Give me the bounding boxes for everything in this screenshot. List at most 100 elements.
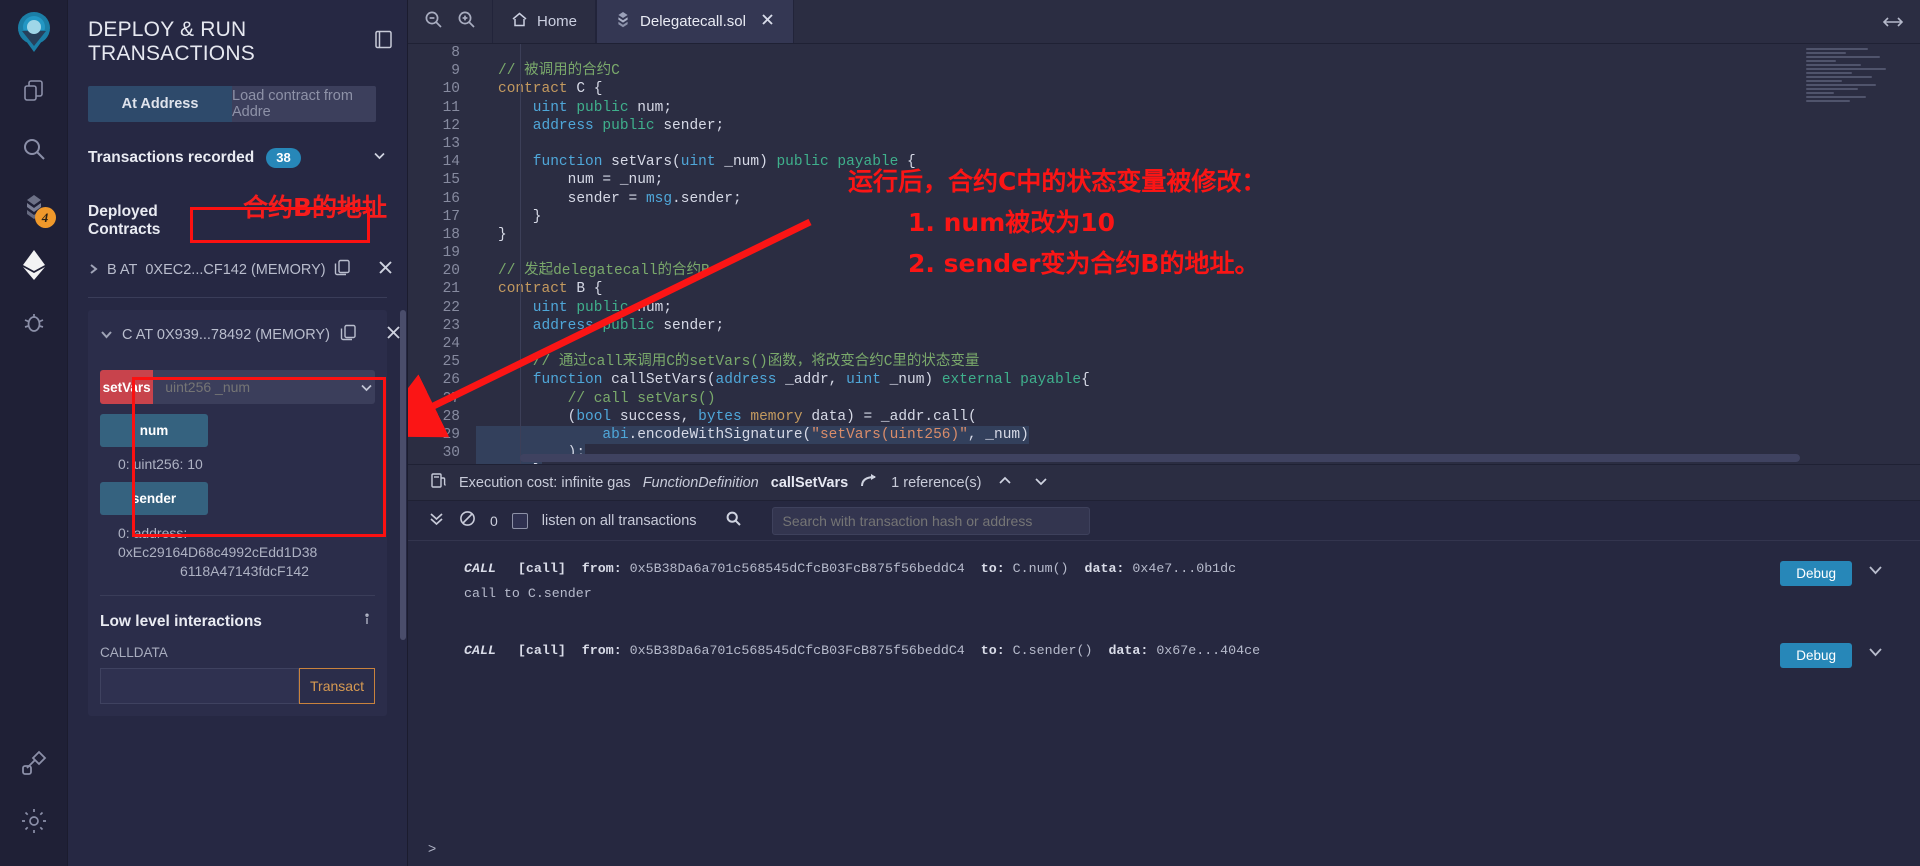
line-number: 16 [408, 190, 476, 208]
code-text: uint public num; [476, 99, 672, 117]
remix-logo[interactable] [0, 0, 68, 62]
transact-button[interactable]: Transact [299, 668, 375, 704]
code-line[interactable]: 27 // call setVars() [408, 390, 1920, 408]
code-line[interactable]: 11 uint public num; [408, 99, 1920, 117]
chevron-up-icon[interactable] [997, 473, 1013, 493]
code-text: // call setVars() [476, 390, 716, 408]
tab-home[interactable]: Home [492, 0, 596, 43]
code-line[interactable]: 12 address public sender; [408, 117, 1920, 135]
code-text: function callSetVars(address _addr, uint… [476, 371, 1090, 389]
log-data-label: data: [1069, 561, 1125, 576]
settings-icon[interactable] [0, 792, 68, 850]
editor-status-bar: Execution cost: infinite gas FunctionDef… [408, 464, 1920, 500]
line-number: 13 [408, 135, 476, 153]
file-explorer-icon[interactable] [0, 62, 68, 120]
code-text: (bool success, bytes memory data) = _add… [476, 408, 977, 426]
notes-icon[interactable] [374, 30, 393, 54]
line-number: 12 [408, 117, 476, 135]
copy-icon[interactable] [340, 324, 357, 346]
code-text: // 发起delegatecall的合约B [476, 262, 710, 280]
chevron-down-icon[interactable] [1033, 473, 1049, 493]
panel-body: At Address Load contract from Addre Tran… [68, 80, 407, 866]
debug-button[interactable]: Debug [1780, 561, 1852, 586]
search-icon[interactable] [0, 120, 68, 178]
at-address-button[interactable]: At Address [88, 86, 232, 122]
gas-icon [430, 472, 447, 493]
code-line[interactable]: 31 } [408, 462, 1920, 464]
chevron-down-icon[interactable] [1867, 643, 1884, 664]
info-icon[interactable] [359, 612, 375, 633]
editor-horizontal-scrollbar[interactable] [520, 454, 1800, 462]
code-line[interactable]: 15 num = _num; [408, 171, 1920, 189]
code-text: uint public num; [476, 299, 672, 317]
debug-button[interactable]: Debug [1780, 643, 1852, 668]
code-text: sender = msg.sender; [476, 190, 742, 208]
code-line[interactable]: 19 [408, 244, 1920, 262]
terminal-prompt[interactable]: > [428, 840, 436, 856]
transactions-recorded-row[interactable]: Transactions recorded 38 [88, 148, 387, 168]
function-definition-label: FunctionDefinition [643, 475, 759, 491]
load-contract-input[interactable]: Load contract from Addre [232, 86, 376, 122]
code-line[interactable]: 28 (bool success, bytes memory data) = _… [408, 408, 1920, 426]
code-line[interactable]: 22 uint public num; [408, 299, 1920, 317]
listen-on-all-transactions-checkbox[interactable] [512, 513, 528, 529]
code-line[interactable]: 9// 被调用的合约C [408, 62, 1920, 80]
code-line[interactable]: 20// 发起delegatecall的合约B [408, 262, 1920, 280]
code-line[interactable]: 21contract B { [408, 280, 1920, 298]
code-line[interactable]: 23 address public sender; [408, 317, 1920, 335]
chevron-right-icon[interactable] [88, 263, 99, 278]
code-editor[interactable]: 8 9// 被调用的合约C10contract C {11 uint publi… [408, 44, 1920, 464]
expand-horizontal-icon[interactable] [1866, 0, 1920, 43]
card-divider [100, 595, 375, 596]
editor-minimap[interactable] [1806, 48, 1906, 120]
sender-button[interactable]: sender [100, 482, 208, 515]
code-line[interactable]: 13 [408, 135, 1920, 153]
left-panel-scrollbar[interactable] [400, 310, 406, 640]
search-icon[interactable] [725, 510, 742, 532]
line-number: 20 [408, 262, 476, 280]
transaction-search-input[interactable] [772, 507, 1090, 535]
setvars-param-input[interactable] [153, 370, 358, 404]
code-line[interactable]: 18} [408, 226, 1920, 244]
code-line[interactable]: 16 sender = msg.sender; [408, 190, 1920, 208]
num-return-value: 0: uint256: 10 [118, 456, 375, 472]
plugin-manager-icon[interactable] [0, 734, 68, 792]
code-text [476, 335, 507, 353]
contract-b-row[interactable]: B AT 0XEC2...CF142 (MEMORY) [88, 253, 387, 287]
code-line[interactable]: 25 // 通过call来调用C的setVars()函数，将改变合约C里的状态变… [408, 353, 1920, 371]
code-line[interactable]: 14 function setVars(uint _num) public pa… [408, 153, 1920, 171]
close-icon[interactable] [377, 259, 394, 281]
terminal-log-entry[interactable]: CALL[call] from: 0x5B38Da6a701c568545dCf… [408, 555, 1920, 607]
home-icon [511, 11, 528, 32]
code-content[interactable]: 8 9// 被调用的合约C10contract C {11 uint publi… [408, 44, 1920, 464]
contract-c-header[interactable]: C AT 0X939...78492 (MEMORY) [100, 320, 375, 350]
no-entry-icon[interactable] [459, 510, 476, 532]
terminal-log-entry[interactable]: CALL[call] from: 0x5B38Da6a701c568545dCf… [408, 637, 1920, 664]
chevron-down-icon[interactable] [1867, 561, 1884, 582]
close-icon[interactable] [760, 12, 775, 32]
chevron-down-icon[interactable] [100, 328, 112, 343]
chevron-down-icon[interactable] [372, 148, 387, 168]
code-line[interactable]: 10contract C { [408, 80, 1920, 98]
zoom-in-icon[interactable] [457, 10, 476, 34]
log-type: CALL [464, 643, 496, 658]
jump-to-icon[interactable] [860, 473, 879, 493]
code-line[interactable]: 26 function callSetVars(address _addr, u… [408, 371, 1920, 389]
code-line[interactable]: 8 [408, 44, 1920, 62]
double-chevron-down-icon[interactable] [428, 510, 445, 532]
calldata-input[interactable] [100, 668, 299, 704]
deploy-run-icon[interactable] [0, 236, 68, 294]
chevron-down-icon[interactable] [358, 370, 375, 404]
num-button[interactable]: num [100, 414, 208, 447]
setvars-button[interactable]: setVars [100, 370, 153, 404]
terminal-log-list[interactable]: CALL[call] from: 0x5B38Da6a701c568545dCf… [408, 541, 1920, 866]
debugger-icon[interactable] [0, 294, 68, 352]
zoom-out-icon[interactable] [424, 10, 443, 34]
code-line[interactable]: 24 [408, 335, 1920, 353]
remix-ide-window: 4 [0, 0, 1920, 866]
solidity-compiler-icon[interactable]: 4 [0, 178, 68, 236]
code-line[interactable]: 17 } [408, 208, 1920, 226]
code-line[interactable]: 29 abi.encodeWithSignature("setVars(uint… [408, 426, 1920, 444]
copy-icon[interactable] [334, 259, 351, 281]
tab-delegatecall-sol[interactable]: Delegatecall.sol [596, 0, 794, 43]
